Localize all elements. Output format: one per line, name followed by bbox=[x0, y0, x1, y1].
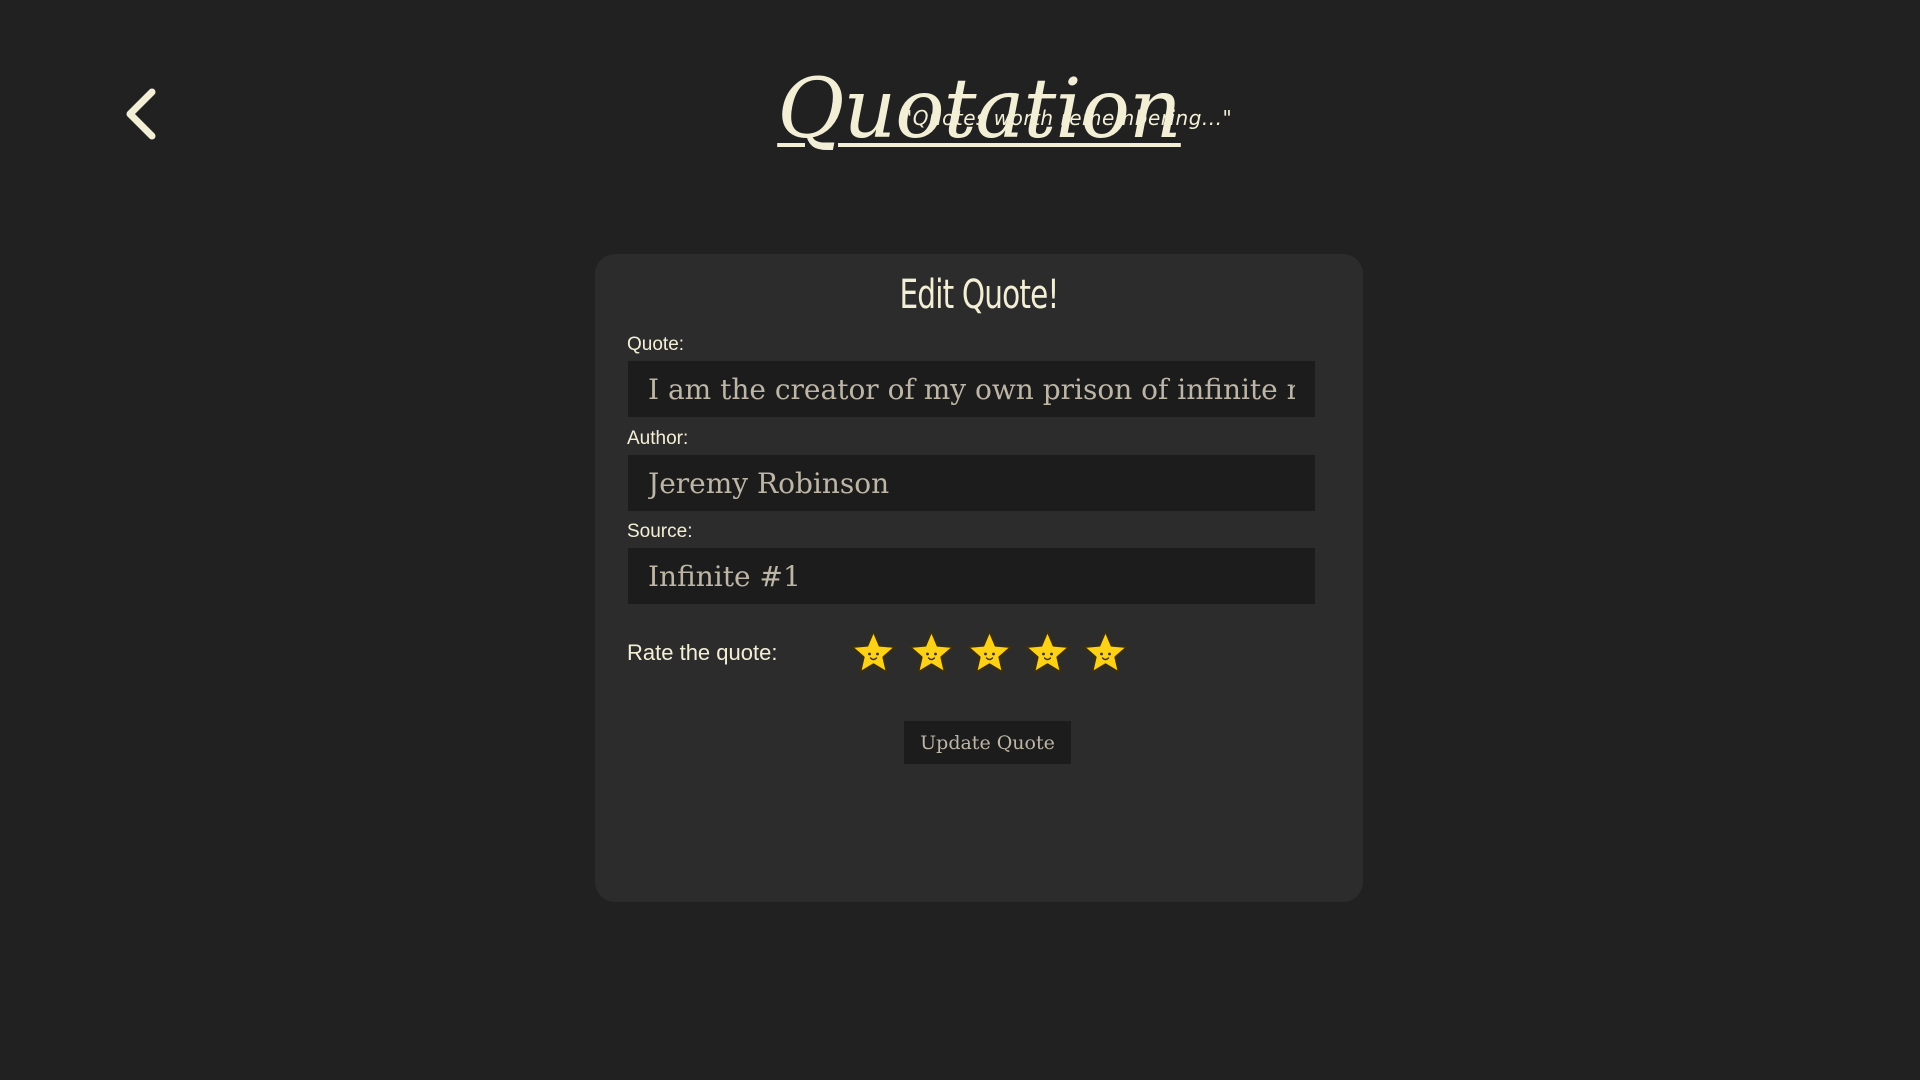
update-quote-button[interactable]: Update Quote bbox=[904, 721, 1071, 764]
rating-star-2[interactable] bbox=[906, 627, 957, 678]
author-input[interactable] bbox=[628, 455, 1315, 511]
rating-star-3[interactable] bbox=[964, 627, 1015, 678]
rating-star-5[interactable] bbox=[1080, 627, 1131, 678]
smiling-star-icon bbox=[1024, 629, 1071, 674]
smiling-star-icon bbox=[1082, 629, 1129, 674]
rating-label: Rate the quote: bbox=[627, 640, 778, 665]
smiling-star-icon bbox=[850, 629, 897, 674]
edit-quote-form: Edit Quote! Quote: Author: Source: Rate … bbox=[595, 254, 1363, 902]
star-rating bbox=[848, 627, 1131, 678]
source-input[interactable] bbox=[628, 548, 1315, 604]
quote-input[interactable] bbox=[628, 361, 1315, 417]
author-label: Author: bbox=[627, 428, 689, 449]
smiling-star-icon bbox=[908, 629, 955, 674]
quote-label: Quote: bbox=[627, 334, 685, 355]
form-title: Edit Quote! bbox=[899, 272, 1059, 318]
rating-star-4[interactable] bbox=[1022, 627, 1073, 678]
rating-star-1[interactable] bbox=[848, 627, 899, 678]
source-label: Source: bbox=[627, 521, 693, 542]
smiling-star-icon bbox=[966, 629, 1013, 674]
app-tagline: "Quotes worth remembering..." bbox=[903, 106, 1233, 130]
